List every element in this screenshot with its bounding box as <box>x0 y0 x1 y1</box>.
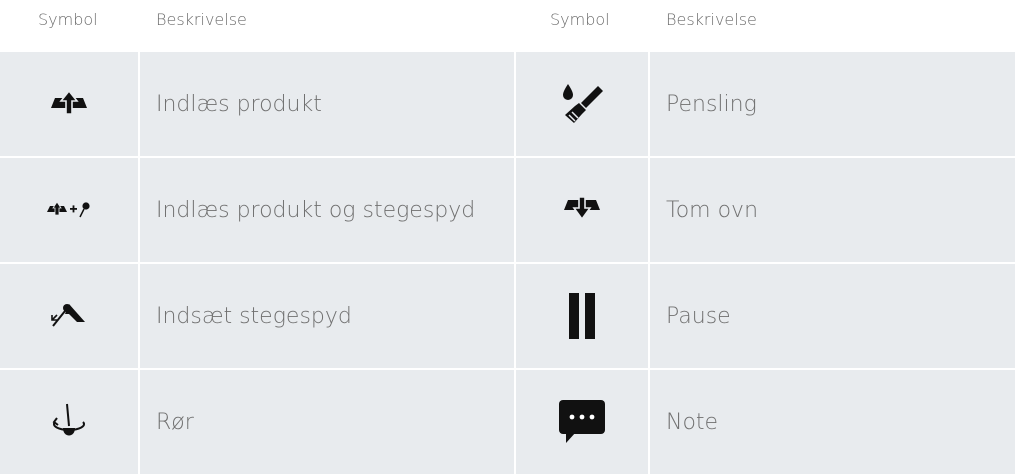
pause-icon <box>567 291 597 341</box>
table-row: Indlæs produkt Pensling <box>0 52 1015 156</box>
description-cell: Tom ovn <box>650 158 1015 262</box>
header-right-symbol: Symbol <box>550 10 610 29</box>
description-cell: Pause <box>650 264 1015 368</box>
symbol-cell <box>516 370 648 474</box>
insert-probe-icon <box>49 300 89 332</box>
description-cell: Indsæt stegespyd <box>140 264 514 368</box>
description-cell: Note <box>650 370 1015 474</box>
symbol-cell <box>0 264 138 368</box>
symbol-table: Symbol Beskrivelse Symbol Beskrivelse In… <box>0 0 1015 474</box>
empty-oven-icon <box>562 194 602 226</box>
load-product-icon <box>49 88 89 120</box>
symbol-cell <box>0 52 138 156</box>
description-cell: Indlæs produkt <box>140 52 514 156</box>
symbol-cell <box>516 158 648 262</box>
header-left-description: Beskrivelse <box>156 10 247 29</box>
table-row: Indlæs produkt og stegespyd Tom ovn <box>0 158 1015 262</box>
stir-icon <box>49 402 89 442</box>
brush-icon <box>560 82 604 126</box>
note-icon <box>558 399 606 445</box>
header-left-symbol: Symbol <box>38 10 98 29</box>
table-row: Indsæt stegespyd Pause <box>0 264 1015 368</box>
symbol-cell <box>0 370 138 474</box>
symbol-cell <box>516 52 648 156</box>
table-row: Rør Note <box>0 370 1015 474</box>
load-product-and-probe-icon <box>47 200 91 220</box>
description-cell: Indlæs produkt og stegespyd <box>140 158 514 262</box>
description-cell: Rør <box>140 370 514 474</box>
header-right-description: Beskrivelse <box>666 10 757 29</box>
description-cell: Pensling <box>650 52 1015 156</box>
symbol-cell <box>516 264 648 368</box>
symbol-cell <box>0 158 138 262</box>
